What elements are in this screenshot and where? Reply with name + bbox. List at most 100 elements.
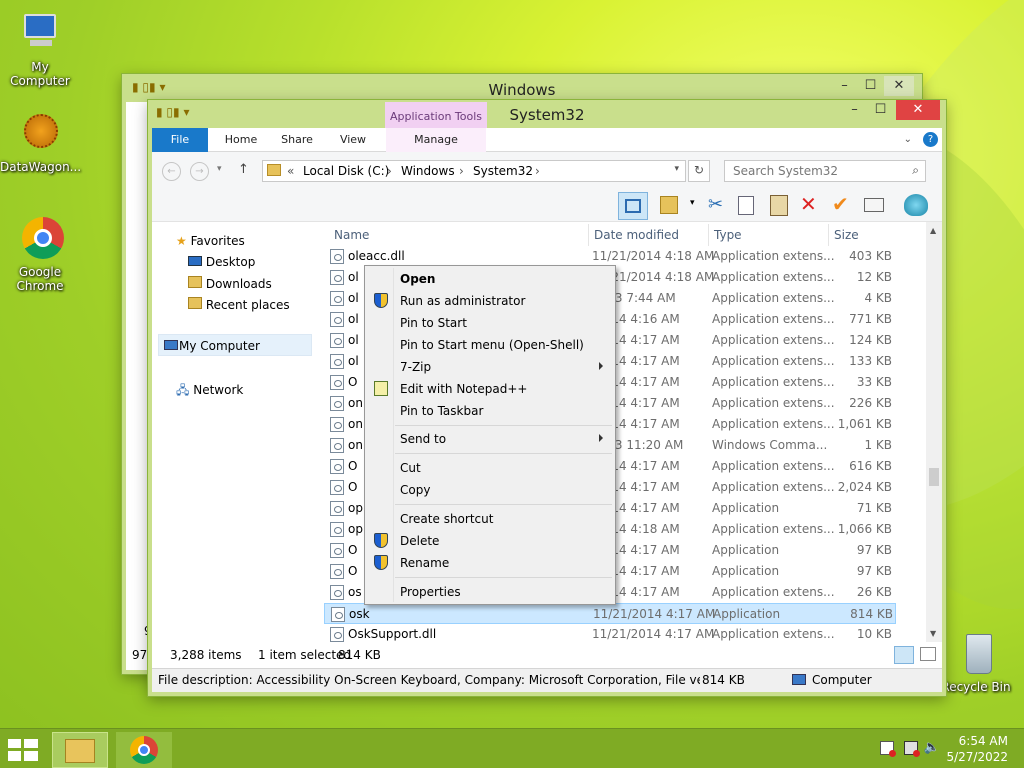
table-row[interactable]: osk 11/21/2014 4:17 AM Application 814 KB [324,603,896,624]
nav-desktop[interactable]: Desktop [188,255,255,269]
menu-item-delete[interactable]: Delete [367,530,613,552]
clock[interactable]: 6:54 AM 5/27/2022 [946,733,1008,765]
nav-downloads[interactable]: Downloads [188,276,272,291]
copy-icon[interactable] [738,196,754,215]
menu-item-edit-notepad[interactable]: Edit with Notepad++ [367,378,613,400]
background-status-count: 97 [132,648,148,662]
scroll-down-arrow[interactable]: ▼ [930,629,936,638]
file-name: ol [348,291,359,305]
properties-icon[interactable] [864,198,884,212]
column-header-size[interactable]: Size [834,228,859,242]
scroll-thumb[interactable] [929,468,939,486]
nav-my-computer[interactable]: My Computer [158,334,312,356]
column-header-date[interactable]: Date modified [594,228,679,242]
menu-item-7zip[interactable]: 7-Zip [367,356,613,378]
taskbar-chrome[interactable] [116,732,172,768]
close-button[interactable]: ✕ [884,76,914,96]
desktop-icon-recycle-bin[interactable]: Recycle Bin [936,630,1016,694]
tab-view[interactable]: View [328,128,378,152]
cut-icon[interactable]: ✂ [708,194,723,215]
taskbar-file-explorer[interactable] [52,732,108,768]
details-view-button[interactable] [894,646,914,664]
tab-home[interactable]: Home [216,128,266,152]
notepad-plus-plus-icon [374,381,388,396]
file-size: 4 KB [864,291,892,305]
address-bar[interactable]: « Local Disk (C:) › Windows › System32 ›… [262,160,686,182]
menu-item-run-as-administrator[interactable]: Run as administrator [367,290,613,312]
submenu-arrow-icon [599,434,603,442]
ribbon-expand-icon[interactable]: ⌄ [904,134,912,145]
minimize-button[interactable]: – [841,100,868,120]
file-type: Application [713,607,781,621]
breadcrumb-local-disk[interactable]: Local Disk (C:) [303,164,389,178]
maximize-button[interactable]: ☐ [867,100,894,120]
table-row[interactable]: oleacc.dll 11/21/2014 4:18 AM Application … [324,246,896,267]
desktop-icon-datawagon[interactable]: DataWagon... [0,110,81,174]
breadcrumb-overflow[interactable]: « [287,164,294,178]
file-size: 814 KB [850,607,893,621]
large-icons-view-button[interactable] [920,647,936,661]
menu-item-properties[interactable]: Properties [367,581,613,603]
nav-network[interactable]: 🖧 Network [176,381,243,402]
menu-label: Edit with Notepad++ [400,382,528,396]
table-row[interactable]: OskSupport.dll 11/21/2014 4:17 AM Applicat… [324,624,896,642]
file-type: Application [712,501,780,515]
network-tray-icon[interactable] [904,741,920,757]
dropdown-icon[interactable]: ▾ [690,198,695,208]
menu-item-rename[interactable]: Rename [367,552,613,574]
check-icon[interactable]: ✔ [832,192,849,216]
chrome-icon [16,215,64,263]
forward-button[interactable]: → [190,162,209,181]
delete-icon[interactable]: ✕ [800,192,817,216]
menu-item-copy[interactable]: Copy [367,479,613,501]
tab-manage[interactable]: Manage [386,128,486,152]
file-type: Windows Comma... [712,438,828,452]
shell-icon[interactable] [904,194,928,216]
nav-recent-places[interactable]: Recent places [188,297,290,312]
help-icon[interactable]: ? [923,132,938,147]
preview-pane-icon[interactable] [618,192,648,220]
file-date: 11/21/2014 4:17 AM [592,627,715,641]
address-dropdown-icon[interactable]: ▾ [674,164,679,174]
file-type: Application extens... [712,375,835,389]
start-button[interactable] [8,739,38,761]
menu-item-send-to[interactable]: Send to [367,428,613,450]
nav-favorites[interactable]: ★ Favorites [176,234,245,248]
search-placeholder: Search System32 [733,164,839,178]
folder-options-icon[interactable] [660,196,678,214]
window-title: Windows [488,81,556,99]
tab-file[interactable]: File [152,128,208,152]
desktop-icon-my-computer[interactable]: My Computer [0,10,80,88]
column-header-name[interactable]: Name [334,228,369,242]
back-button[interactable]: ← [162,162,181,181]
menu-item-create-shortcut[interactable]: Create shortcut [367,508,613,530]
paste-icon[interactable] [770,195,788,216]
menu-item-pin-to-start-menu[interactable]: Pin to Start menu (Open-Shell) [367,334,613,356]
column-divider [828,224,829,246]
volume-tray-icon[interactable]: 🔈 [924,740,940,755]
menu-separator [395,453,612,454]
column-header-type[interactable]: Type [714,228,742,242]
desktop-icon-google-chrome[interactable]: Google Chrome [0,215,80,293]
refresh-button[interactable]: ↻ [688,160,710,182]
file-icon [330,438,344,453]
recent-locations-icon[interactable]: ▾ [217,164,222,174]
breadcrumb-system32[interactable]: System32 [473,164,533,178]
menu-item-pin-to-taskbar[interactable]: Pin to Taskbar [367,400,613,422]
close-button[interactable]: ✕ [896,100,940,120]
windows-logo-icon [8,739,38,761]
minimize-button[interactable]: – [831,76,858,96]
maximize-button[interactable]: ☐ [857,76,884,96]
menu-item-cut[interactable]: Cut [367,457,613,479]
search-input[interactable]: Search System32 ⌕ [724,160,926,182]
file-type: Application extens... [712,480,835,494]
vertical-scrollbar[interactable]: ▲ ▼ [926,222,942,642]
selected-size: 814 KB [338,648,381,662]
menu-item-open[interactable]: Open [367,268,613,290]
menu-item-pin-to-start[interactable]: Pin to Start [367,312,613,334]
tab-share[interactable]: Share [272,128,322,152]
action-center-icon[interactable] [880,741,896,757]
up-button[interactable]: ↑ [238,162,249,177]
scroll-up-arrow[interactable]: ▲ [930,226,936,235]
breadcrumb-windows[interactable]: Windows [401,164,455,178]
